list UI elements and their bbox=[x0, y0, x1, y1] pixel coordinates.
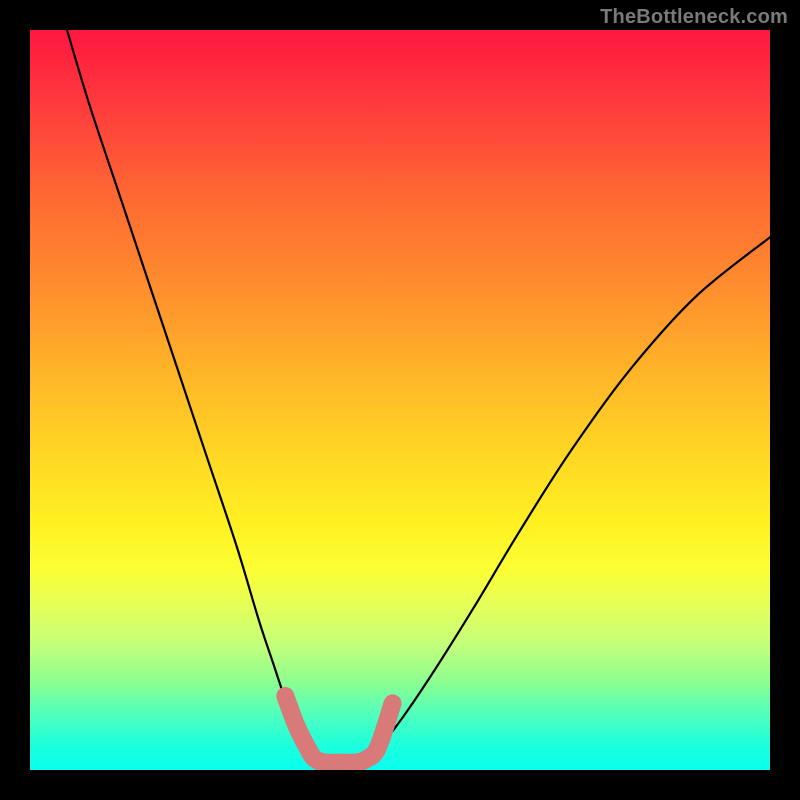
right-curve bbox=[363, 237, 770, 762]
chart-frame: TheBottleneck.com bbox=[0, 0, 800, 800]
plot-area bbox=[30, 30, 770, 770]
valley-marker bbox=[285, 696, 392, 763]
watermark-text: TheBottleneck.com bbox=[600, 6, 788, 29]
plot-svg bbox=[30, 30, 770, 770]
left-curve bbox=[67, 30, 311, 763]
